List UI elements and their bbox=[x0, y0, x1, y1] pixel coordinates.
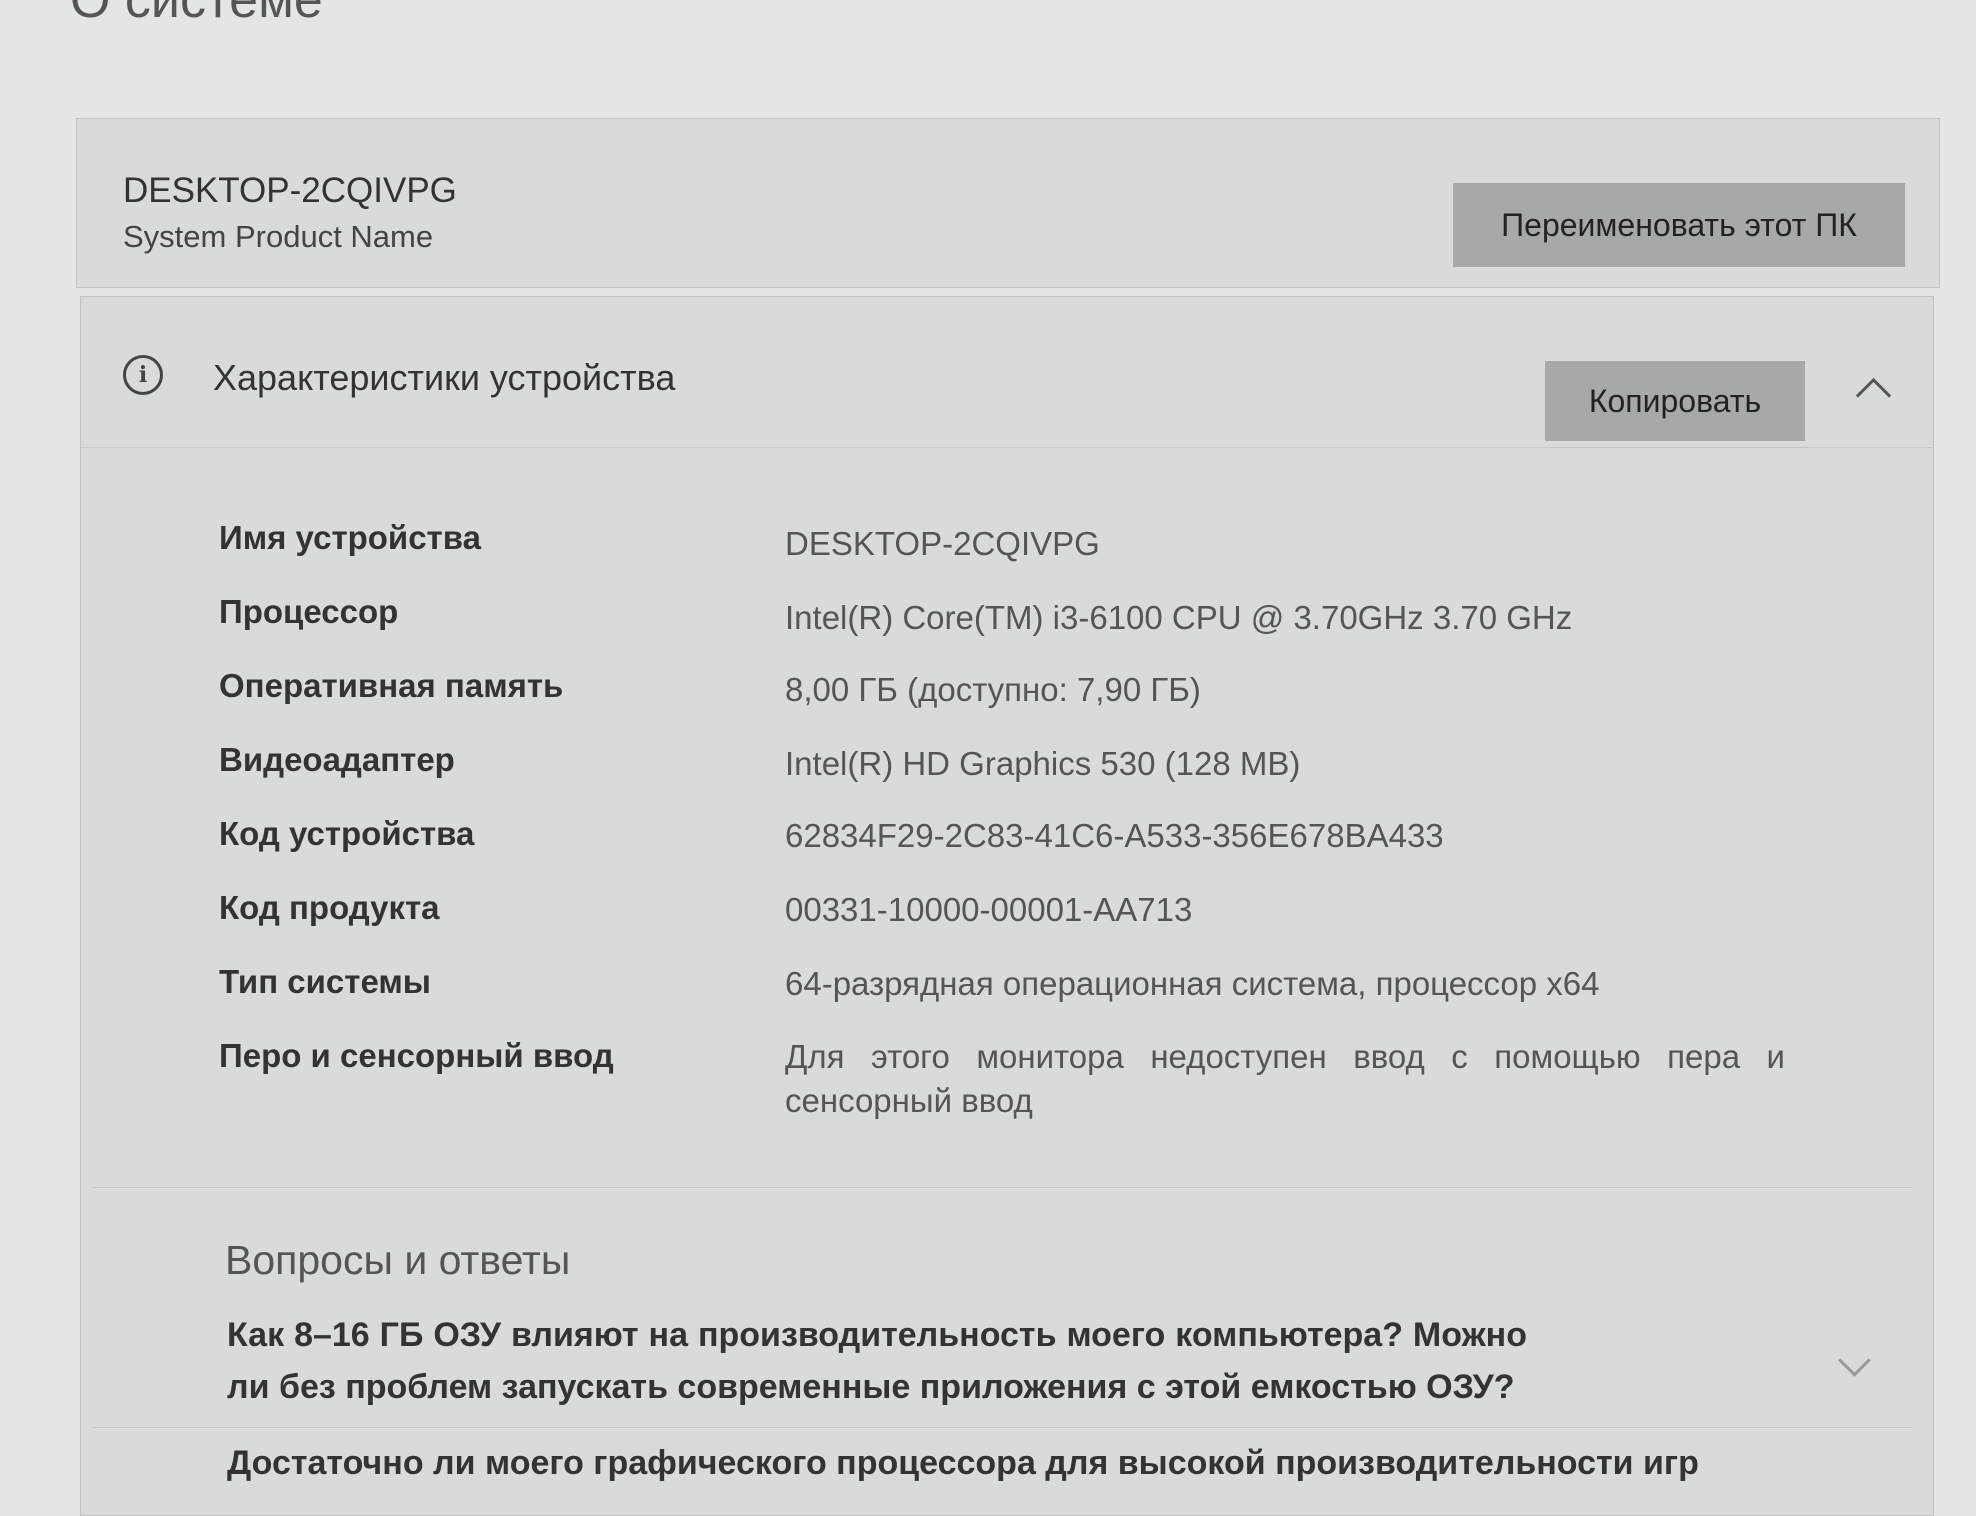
spec-label-product-id: Код продукта bbox=[219, 889, 440, 926]
chevron-down-icon[interactable] bbox=[1838, 1344, 1871, 1377]
device-specs-header[interactable]: i Характеристики устройства Копировать bbox=[81, 297, 1933, 448]
pc-name: DESKTOP-2CQIVPG bbox=[123, 171, 457, 210]
pc-model: System Product Name bbox=[123, 219, 434, 254]
spec-value-device-name: DESKTOP-2CQIVPG bbox=[785, 525, 1100, 562]
spec-label-pen-touch: Перо и сенсорный ввод bbox=[219, 1037, 614, 1074]
device-specs-title: Характеристики устройства bbox=[213, 357, 676, 398]
section-divider bbox=[93, 1187, 1913, 1188]
spec-label-device-name: Имя устройства bbox=[219, 519, 481, 556]
spec-value-device-id: 62834F29-2C83-41C6-A533-356E678BA433 bbox=[785, 817, 1444, 854]
device-specs-card: i Характеристики устройства Копировать И… bbox=[80, 296, 1934, 1516]
faq-title: Вопросы и ответы bbox=[225, 1237, 571, 1283]
spec-label-system-type: Тип системы bbox=[219, 963, 431, 1000]
pc-name-card: DESKTOP-2CQIVPG System Product Name Пере… bbox=[76, 118, 1940, 288]
copy-button[interactable]: Копировать bbox=[1545, 361, 1805, 441]
faq-divider bbox=[93, 1427, 1913, 1428]
spec-label-processor: Процессор bbox=[219, 593, 399, 630]
spec-value-processor: Intel(R) Core(TM) i3-6100 CPU @ 3.70GHz … bbox=[785, 599, 1573, 636]
info-icon: i bbox=[123, 355, 163, 395]
chevron-up-icon[interactable] bbox=[1855, 377, 1892, 414]
spec-value-pen-touch: Для этого монитора недоступен ввод с пом… bbox=[785, 1038, 1785, 1119]
faq-question[interactable]: Достаточно ли моего графического процесс… bbox=[227, 1437, 1699, 1489]
spec-label-device-id: Код устройства bbox=[219, 815, 475, 852]
spec-value-product-id: 00331-10000-00001-AA713 bbox=[785, 891, 1193, 928]
rename-pc-button[interactable]: Переименовать этот ПК bbox=[1453, 183, 1905, 267]
faq-question[interactable]: Как 8–16 ГБ ОЗУ влияют на производительн… bbox=[227, 1309, 1527, 1413]
spec-label-ram: Оперативная память bbox=[219, 667, 564, 704]
page-title: О системе bbox=[70, 0, 323, 29]
spec-value-ram: 8,00 ГБ (доступно: 7,90 ГБ) bbox=[785, 671, 1201, 708]
spec-value-system-type: 64-разрядная операционная система, проце… bbox=[785, 965, 1600, 1002]
spec-label-video-adapter: Видеоадаптер bbox=[219, 741, 455, 778]
spec-value-video-adapter: Intel(R) HD Graphics 530 (128 MB) bbox=[785, 745, 1301, 782]
